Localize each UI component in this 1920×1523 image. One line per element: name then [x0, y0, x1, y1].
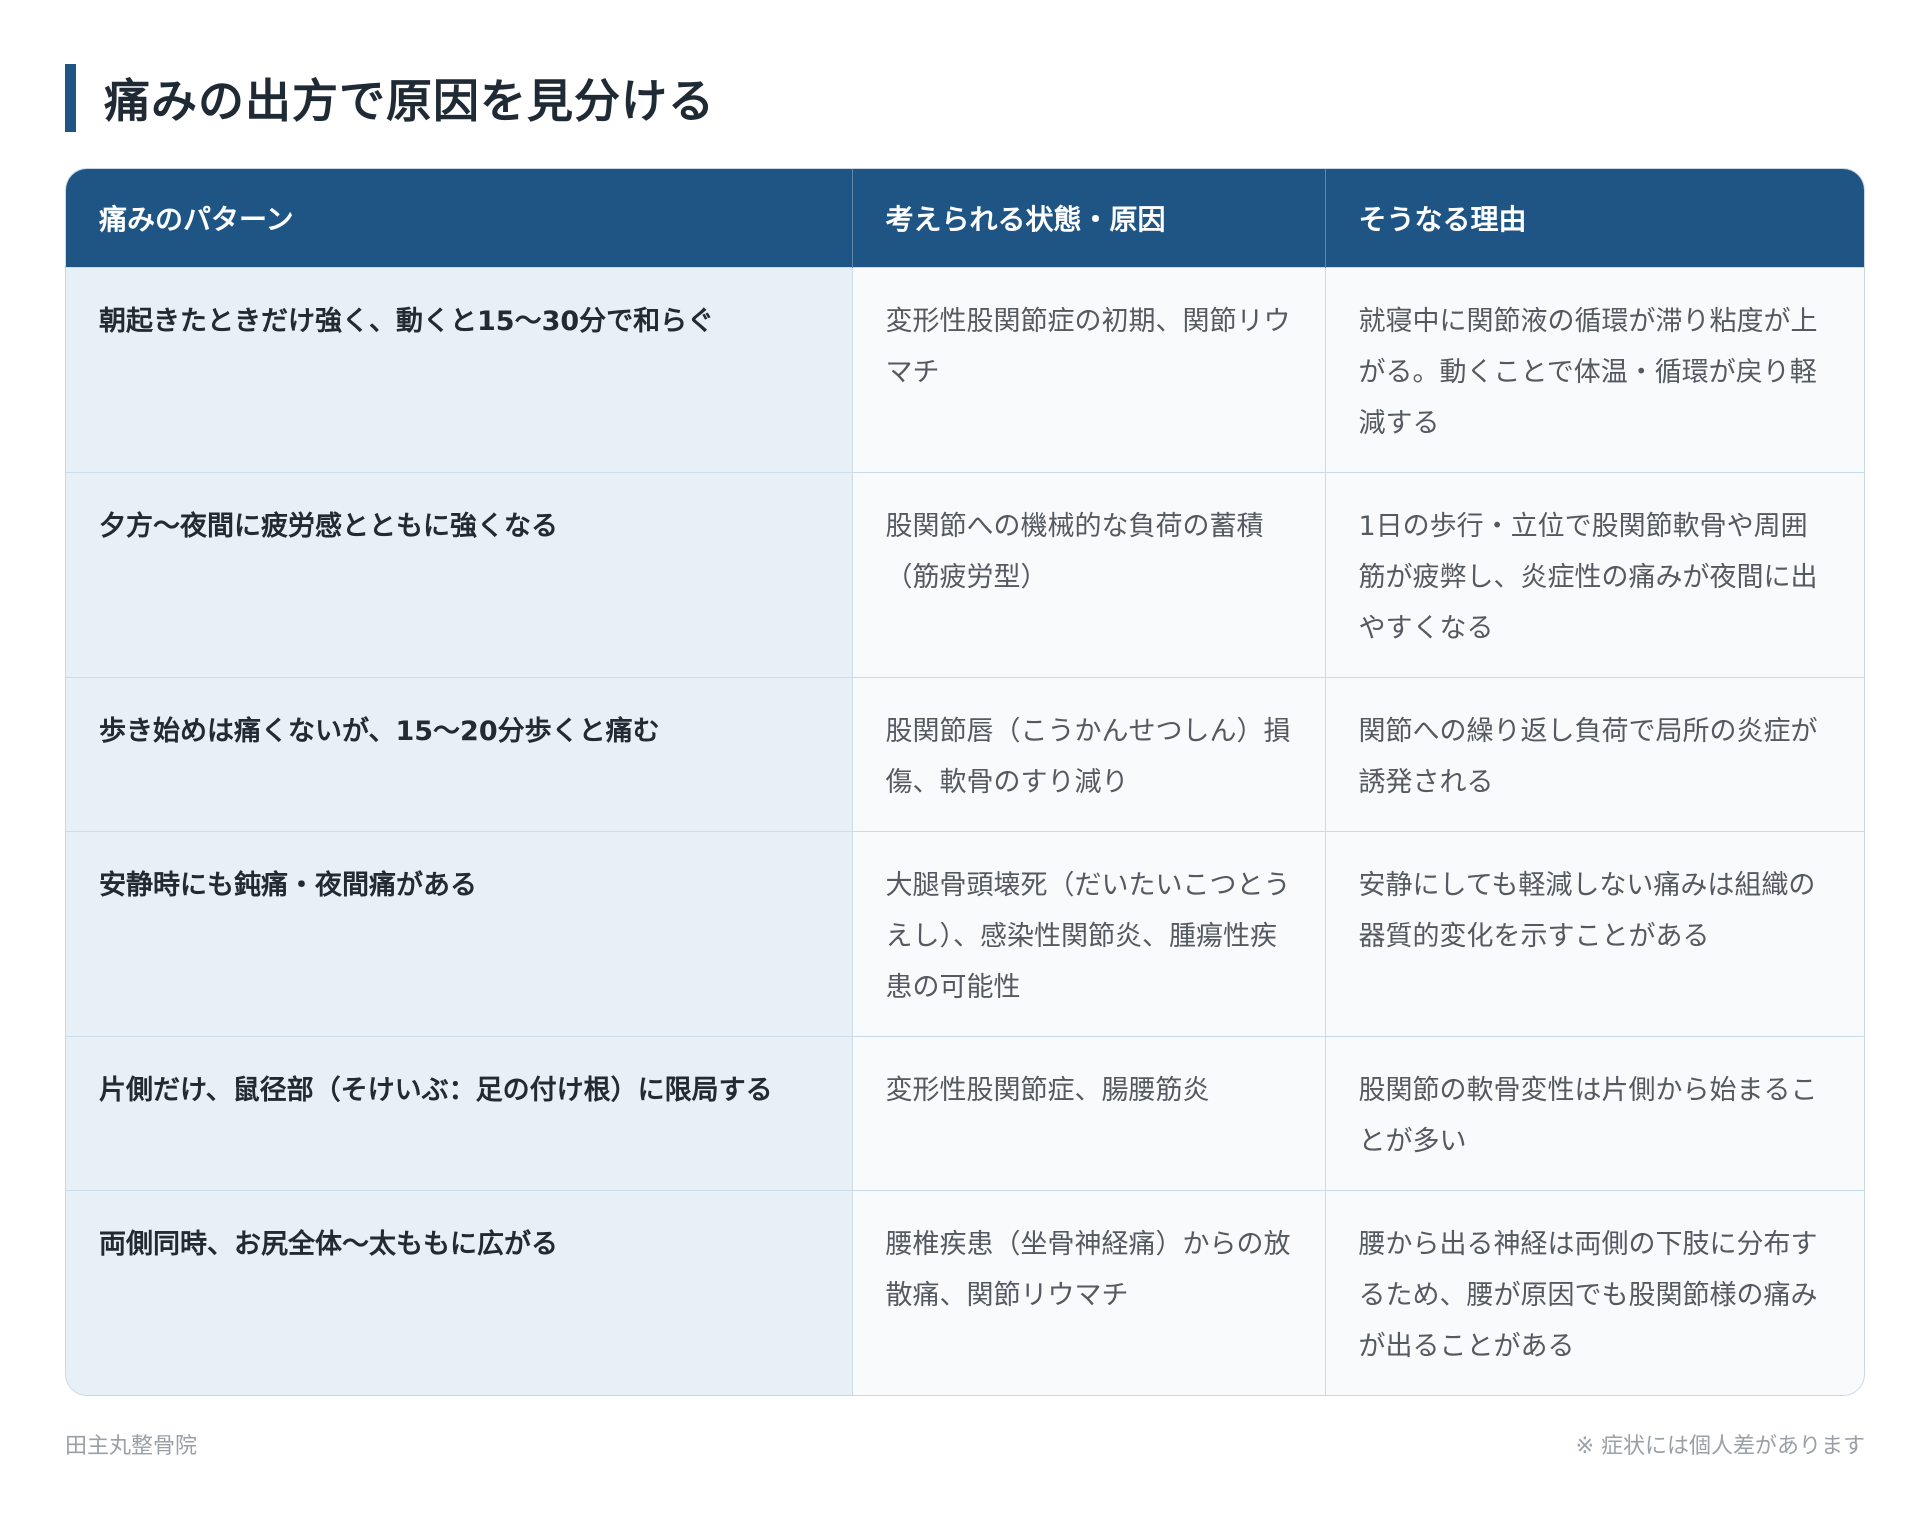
header-reason: そうなる理由: [1324, 169, 1864, 267]
cause-cell: 大腿骨頭壊死（だいたいこつとうえし）、感染性関節炎、腫瘍性疾患の可能性: [851, 830, 1325, 1036]
cause-cell: 股関節唇（こうかんせつしん）損傷、軟骨のすり減り: [851, 676, 1325, 831]
clinic-name: 田主丸整骨院: [65, 1434, 198, 1459]
pain-pattern-table: 痛みのパターン 考えられる状態・原因 そうなる理由 朝起きたときだけ強く、動くと…: [65, 168, 1865, 1396]
header-row: 痛みのパターン 考えられる状態・原因 そうなる理由: [66, 169, 1864, 267]
pattern-cell: 歩き始めは痛くないが、15〜20分歩くと痛む: [66, 676, 852, 831]
table-body: 朝起きたときだけ強く、動くと15〜30分で和らぐ 変形性股関節症の初期、関節リウ…: [66, 266, 1864, 1395]
cause-cell: 股関節への機械的な負荷の蓄積（筋疲労型）: [851, 471, 1325, 677]
title-block: 痛みの出方で原因を見分ける: [65, 64, 715, 132]
table-row: 安静時にも鈍痛・夜間痛がある 大腿骨頭壊死（だいたいこつとうえし）、感染性関節炎…: [66, 830, 1864, 1036]
cause-cell: 変形性股関節症、腸腰筋炎: [851, 1035, 1325, 1190]
pattern-cell: 両側同時、お尻全体〜太ももに広がる: [66, 1189, 852, 1395]
table-row: 片側だけ、鼠径部（そけいぶ：足の付け根）に限局する 変形性股関節症、腸腰筋炎 股…: [66, 1035, 1864, 1190]
header-pattern: 痛みのパターン: [66, 169, 852, 267]
cause-cell: 腰椎疾患（坐骨神経痛）からの放散痛、関節リウマチ: [851, 1189, 1325, 1395]
reason-cell: 腰から出る神経は両側の下肢に分布するため、腰が原因でも股関節様の痛みが出ることが…: [1324, 1189, 1864, 1395]
disclaimer-note: ※ 症状には個人差があります: [1575, 1434, 1865, 1459]
reason-cell: 就寝中に関節液の循環が滞り粘度が上がる。動くことで体温・循環が戻り軽減する: [1324, 266, 1864, 472]
table-row: 夕方〜夜間に疲労感とともに強くなる 股関節への機械的な負荷の蓄積（筋疲労型） 1…: [66, 471, 1864, 677]
table-row: 両側同時、お尻全体〜太ももに広がる 腰椎疾患（坐骨神経痛）からの放散痛、関節リウ…: [66, 1189, 1864, 1395]
reason-cell: 関節への繰り返し負荷で局所の炎症が誘発される: [1324, 676, 1864, 831]
pattern-cell: 朝起きたときだけ強く、動くと15〜30分で和らぐ: [66, 266, 852, 472]
table-row: 朝起きたときだけ強く、動くと15〜30分で和らぐ 変形性股関節症の初期、関節リウ…: [66, 266, 1864, 472]
table-header: 痛みのパターン 考えられる状態・原因 そうなる理由: [66, 169, 1864, 267]
page-title: 痛みの出方で原因を見分ける: [104, 74, 715, 128]
pattern-cell: 夕方〜夜間に疲労感とともに強くなる: [66, 471, 852, 677]
reason-cell: 1日の歩行・立位で股関節軟骨や周囲筋が疲弊し、炎症性の痛みが夜間に出やすくなる: [1324, 471, 1864, 677]
pattern-cell: 片側だけ、鼠径部（そけいぶ：足の付け根）に限局する: [66, 1035, 852, 1190]
header-cause: 考えられる状態・原因: [851, 169, 1325, 267]
title-accent-bar: [65, 64, 76, 132]
reason-cell: 安静にしても軽減しない痛みは組織の器質的変化を示すことがある: [1324, 830, 1864, 1036]
table: 痛みのパターン 考えられる状態・原因 そうなる理由 朝起きたときだけ強く、動くと…: [66, 169, 1864, 1395]
reason-cell: 股関節の軟骨変性は片側から始まることが多い: [1324, 1035, 1864, 1190]
cause-cell: 変形性股関節症の初期、関節リウマチ: [851, 266, 1325, 472]
table-row: 歩き始めは痛くないが、15〜20分歩くと痛む 股関節唇（こうかんせつしん）損傷、…: [66, 676, 1864, 831]
pattern-cell: 安静時にも鈍痛・夜間痛がある: [66, 830, 852, 1036]
